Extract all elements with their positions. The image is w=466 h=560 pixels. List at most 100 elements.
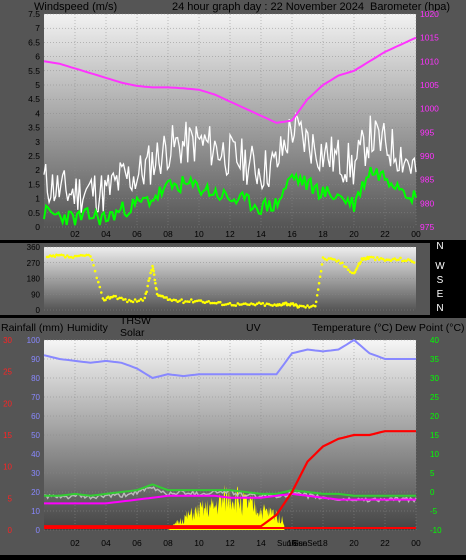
direction-point (89, 255, 92, 258)
solar-label: Solar (120, 327, 145, 339)
direction-point (131, 300, 135, 304)
humidity-y-tick-label: 0 (36, 526, 41, 535)
compass-label-n: N (436, 241, 443, 252)
direction-point (151, 264, 154, 268)
wind-y-tick-label: 5 (35, 80, 40, 90)
direction-point (180, 298, 183, 301)
direction-point (97, 280, 100, 284)
temp-x-tick-label: 22 (380, 538, 390, 548)
temperature-y-tick-label: 30 (430, 374, 439, 383)
chart-title: 24 hour graph day : 22 November 2024 (172, 1, 364, 13)
humidity-y-tick-label: 60 (31, 412, 40, 421)
rain-y-tick-label: 0 (8, 526, 13, 535)
humidity-y-tick-label: 100 (27, 336, 41, 345)
temperature-y-tick-label: 40 (430, 336, 439, 345)
barometer-y-tick-label: 985 (420, 175, 434, 185)
direction-point (149, 271, 152, 275)
direction-point (95, 276, 98, 280)
direction-point (92, 264, 95, 267)
wind-y-tick-label: 6 (35, 52, 40, 62)
direction-point (356, 264, 360, 268)
temperature-y-tick-label: 0 (430, 488, 435, 497)
wind-y-tick-label: 6.5 (28, 37, 40, 47)
thsw-label: THSW (120, 315, 151, 327)
temperature-y-tick-label: -10 (430, 526, 442, 535)
compass-labels: NWSEN (435, 241, 445, 314)
humidity-y-tick-label: 90 (31, 355, 40, 364)
direction-point (154, 281, 157, 285)
direction-point (124, 298, 127, 301)
direction-point (316, 288, 320, 291)
direction-point (100, 291, 103, 294)
wind-x-tick-label: 18 (318, 229, 328, 239)
temperature-y-tick-label: 5 (430, 469, 435, 478)
rain-y-tick-label: 30 (3, 336, 12, 345)
direction-point (320, 263, 324, 266)
direction-point (315, 294, 319, 297)
direction-point (412, 261, 416, 264)
direction-point (399, 256, 402, 260)
compass-label-w: W (435, 261, 445, 272)
temp-x-tick-label: 10 (194, 538, 204, 548)
direction-point (345, 265, 348, 269)
direction-point (126, 300, 129, 304)
wind-x-tick-label: 02 (70, 229, 80, 239)
direction-point (147, 279, 150, 283)
direction-point (98, 285, 102, 289)
direction-point (306, 304, 309, 307)
wind-y-tick-label: 4 (35, 108, 40, 118)
direction-point (317, 281, 321, 285)
wind-y-tick-label: 2 (35, 165, 40, 175)
wind-y-tick-label: 3 (35, 137, 40, 147)
wind-y-tick-label: 1.5 (28, 179, 40, 189)
direction-point (341, 261, 344, 265)
barometer-y-tick-label: 1000 (420, 104, 439, 114)
weather-graph-page: Windspeed (m/s) 24 hour graph day : 22 N… (0, 0, 466, 555)
direction-point (64, 255, 67, 259)
wind-x-tick-label: 10 (194, 229, 204, 239)
temp-x-tick-label: 12 (225, 538, 235, 548)
humidity-y-tick-label: 10 (31, 507, 40, 516)
direction-point (152, 269, 155, 273)
barometer-y-tick-label: 995 (420, 127, 434, 137)
barometer-y-tick-label: 980 (420, 198, 434, 208)
compass-label-s: S (437, 275, 444, 286)
temperature-y-tick-label: -5 (430, 507, 438, 516)
wind-y-tick-label: 2.5 (28, 151, 40, 161)
humidity-y-tick-label: 40 (31, 450, 40, 459)
barometer-y-tick-label: 1020 (420, 9, 439, 19)
direction-point (346, 268, 350, 272)
rain-y-tick-label: 10 (3, 463, 12, 472)
direction-point (359, 260, 363, 264)
direction-y-tick-label: 90 (31, 290, 40, 299)
direction-point (155, 287, 158, 291)
uv-label: UV (246, 322, 261, 334)
direction-point (153, 278, 157, 282)
rain-y-tick-label: 20 (3, 399, 12, 408)
wind-y-tick-label: 0.5 (28, 208, 40, 218)
temp-x-tick-label: 04 (101, 538, 111, 548)
wind-y-tick-label: 5.5 (28, 66, 40, 76)
rainfall-axis-label: Rainfall (mm) (1, 322, 63, 334)
wind-y-tick-label: 3.5 (28, 123, 40, 133)
windspeed-axis-label: Windspeed (m/s) (34, 1, 117, 13)
wind-x-tick-label: 16 (287, 229, 297, 239)
direction-point (90, 258, 94, 262)
temperature-y-tick-label: 15 (430, 431, 439, 440)
direction-point (333, 258, 336, 261)
wind-x-tick-label: 20 (349, 229, 359, 239)
panel-divider (0, 240, 466, 243)
direction-point (152, 273, 156, 276)
compass-label-n: N (436, 303, 443, 314)
direction-point (151, 267, 155, 270)
direction-point (261, 301, 265, 305)
wind-x-tick-label: 06 (132, 229, 142, 239)
direction-point (355, 267, 359, 270)
direction-point (141, 299, 145, 302)
direction-point (263, 304, 267, 307)
wind-y-tick-label: 1 (35, 194, 40, 204)
humidity-axis-label: Humidity (67, 322, 109, 334)
direction-y-tick-label: 360 (27, 243, 41, 252)
direction-point (304, 306, 307, 309)
direction-point (188, 300, 191, 304)
